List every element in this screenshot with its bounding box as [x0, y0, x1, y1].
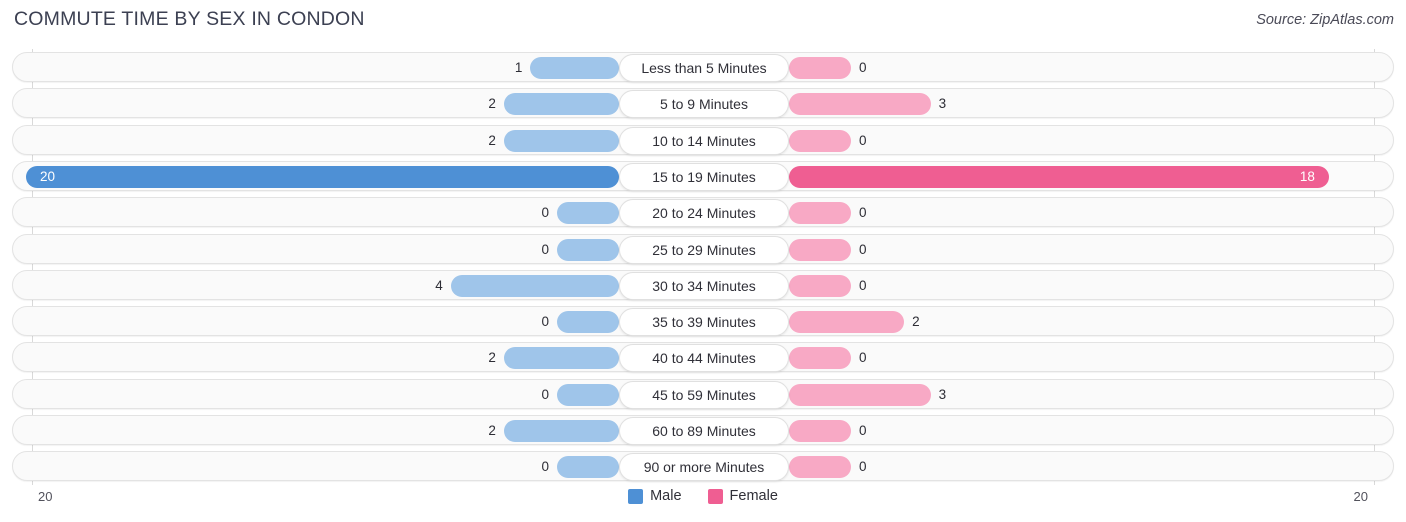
- table-row[interactable]: 2 3 5 to 9 Minutes: [12, 88, 1394, 119]
- bar-female[interactable]: [789, 383, 931, 406]
- bar-female[interactable]: [789, 165, 1329, 188]
- commute-time-chart: COMMUTE TIME BY SEX IN CONDON Source: Zi…: [0, 0, 1406, 522]
- bar-female[interactable]: [789, 274, 851, 297]
- bar-male[interactable]: [557, 383, 619, 406]
- bar-female[interactable]: [789, 129, 851, 152]
- bar-female[interactable]: [789, 311, 905, 334]
- table-row[interactable]: 20 18 15 to 19 Minutes: [12, 160, 1394, 191]
- source-attribution: Source: ZipAtlas.com: [1256, 12, 1394, 28]
- bar-female[interactable]: [789, 57, 851, 79]
- table-row[interactable]: 2 0 60 to 89 Minutes: [12, 415, 1394, 445]
- category-label: 10 to 14 Minutes: [619, 126, 789, 155]
- table-row[interactable]: 2 0 10 to 14 Minutes: [12, 124, 1394, 155]
- bar-male[interactable]: [557, 238, 619, 261]
- bar-value-male: 0: [541, 386, 549, 402]
- bar-value-female: 3: [938, 96, 947, 112]
- bar-female[interactable]: [789, 202, 851, 225]
- bar-value-female: 0: [859, 350, 867, 366]
- category-label: 60 to 89 Minutes: [619, 417, 789, 445]
- category-label: 25 to 29 Minutes: [619, 235, 789, 264]
- chart-footer: 20 20 Male Female: [0, 485, 1406, 522]
- bar-value-male: 2: [488, 132, 496, 148]
- table-row[interactable]: 2 0 40 to 44 Minutes: [12, 342, 1394, 373]
- table-row[interactable]: 0 0 25 to 29 Minutes: [12, 233, 1394, 264]
- chart-plot-area: 1 0 Less than 5 Minutes 2 3 5 to 9 Minutes 2 0 1…: [0, 49, 1406, 485]
- category-label: Less than 5 Minutes: [619, 54, 789, 82]
- category-label: 30 to 34 Minutes: [619, 271, 789, 300]
- bar-male[interactable]: [26, 165, 619, 188]
- bar-value-female: 18: [1299, 168, 1315, 184]
- chart-legend: Male Female: [0, 488, 1406, 504]
- bar-male[interactable]: [503, 93, 619, 116]
- bar-value-female: 3: [938, 386, 947, 402]
- category-label: 45 to 59 Minutes: [619, 380, 789, 409]
- category-label: 15 to 19 Minutes: [619, 162, 789, 191]
- legend-item[interactable]: Female: [707, 488, 778, 504]
- bar-value-male: 0: [541, 241, 549, 257]
- bar-value-female: 0: [859, 423, 867, 438]
- bar-male[interactable]: [557, 311, 619, 334]
- bar-value-female: 0: [859, 277, 867, 293]
- bar-female[interactable]: [789, 93, 931, 116]
- table-row[interactable]: 0 3 45 to 59 Minutes: [12, 378, 1394, 409]
- bar-value-male: 2: [488, 96, 496, 112]
- legend-swatch-icon: [628, 488, 644, 504]
- bar-value-male: 2: [488, 350, 496, 366]
- legend-item[interactable]: Male: [628, 488, 682, 504]
- bar-value-female: 0: [859, 132, 867, 148]
- table-row[interactable]: 1 0 Less than 5 Minutes: [12, 52, 1394, 82]
- bar-value-male: 2: [488, 423, 496, 438]
- bar-value-male: 20: [40, 168, 56, 184]
- bar-value-male: 4: [435, 277, 443, 293]
- legend-swatch-icon: [707, 488, 723, 504]
- bar-value-male: 0: [541, 314, 549, 330]
- bar-male[interactable]: [503, 420, 619, 442]
- bar-value-female: 2: [912, 314, 920, 330]
- bar-male[interactable]: [557, 456, 619, 479]
- bar-value-female: 0: [859, 60, 867, 75]
- bar-male[interactable]: [450, 274, 619, 297]
- bar-female[interactable]: [789, 347, 851, 370]
- bar-value-male: 0: [541, 205, 549, 221]
- category-label: 40 to 44 Minutes: [619, 344, 789, 373]
- bar-male[interactable]: [503, 347, 619, 370]
- table-row[interactable]: 0 0 90 or more Minutes: [12, 451, 1394, 482]
- bar-value-male: 1: [514, 60, 523, 75]
- table-row[interactable]: 0 2 35 to 39 Minutes: [12, 306, 1394, 337]
- bar-male[interactable]: [530, 57, 619, 79]
- legend-label: Female: [729, 488, 778, 504]
- bar-female[interactable]: [789, 420, 851, 442]
- category-label: 35 to 39 Minutes: [619, 308, 789, 337]
- page-title: COMMUTE TIME BY SEX IN CONDON: [14, 8, 365, 30]
- bar-value-female: 0: [859, 241, 867, 257]
- table-row[interactable]: 0 0 20 to 24 Minutes: [12, 197, 1394, 228]
- bar-male[interactable]: [503, 129, 619, 152]
- category-label: 20 to 24 Minutes: [619, 199, 789, 228]
- category-label: 90 or more Minutes: [619, 453, 789, 482]
- bar-male[interactable]: [557, 202, 619, 225]
- bar-value-female: 0: [859, 459, 867, 475]
- table-row[interactable]: 4 0 30 to 34 Minutes: [12, 269, 1394, 300]
- bar-female[interactable]: [789, 238, 851, 261]
- legend-label: Male: [650, 488, 682, 504]
- bar-female[interactable]: [789, 456, 851, 479]
- bar-value-female: 0: [859, 205, 867, 221]
- bar-value-male: 0: [541, 459, 549, 475]
- category-label: 5 to 9 Minutes: [619, 90, 789, 119]
